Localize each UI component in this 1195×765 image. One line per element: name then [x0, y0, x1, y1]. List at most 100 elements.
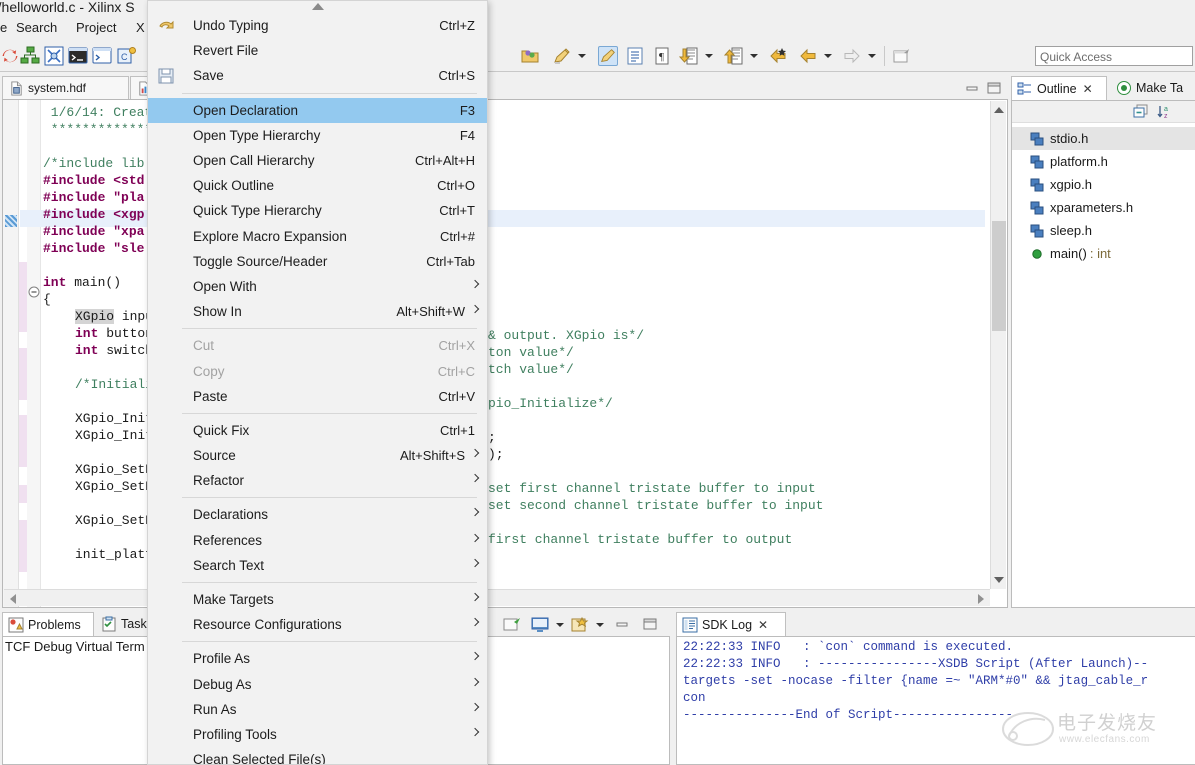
- context-menu-item-refactor[interactable]: Refactor: [148, 468, 487, 493]
- menu-item-edit[interactable]: e: [0, 20, 7, 35]
- display-selected-console-icon[interactable]: [530, 616, 550, 634]
- tasks-icon: [101, 616, 117, 632]
- context-menu-item-resource-configurations[interactable]: Resource Configurations: [148, 612, 487, 637]
- tab-sdk-log[interactable]: SDK Log ✕: [676, 612, 786, 636]
- context-menu-item-source[interactable]: Source Alt+Shift+S: [148, 443, 487, 468]
- context-menu-item-declarations[interactable]: Declarations: [148, 502, 487, 527]
- context-menu-item-quick-type-hierarchy[interactable]: Quick Type Hierarchy Ctrl+T: [148, 198, 487, 223]
- context-menu-item-quick-fix[interactable]: Quick Fix Ctrl+1: [148, 418, 487, 443]
- scroll-left-icon[interactable]: [10, 594, 16, 604]
- context-menu-separator: [182, 581, 477, 583]
- toggle-mark-occurrences-icon[interactable]: [598, 46, 618, 66]
- outline-node[interactable]: xgpio.h: [1012, 173, 1195, 196]
- open-console-dropdown-arrow-icon[interactable]: [596, 623, 604, 627]
- scroll-right-icon[interactable]: [978, 594, 984, 604]
- new-window-icon[interactable]: [892, 46, 912, 66]
- editor-tab-system-hdf[interactable]: system.hdf: [2, 76, 129, 99]
- hdf-file-icon: [9, 80, 24, 96]
- new-c-project-icon[interactable]: C: [116, 46, 136, 66]
- context-menu-item-paste[interactable]: Paste Ctrl+V: [148, 384, 487, 409]
- outline-node[interactable]: xparameters.h: [1012, 196, 1195, 219]
- context-menu-item-explore-macro-expansion[interactable]: Explore Macro Expansion Ctrl+#: [148, 224, 487, 249]
- close-icon[interactable]: ✕: [1083, 82, 1093, 96]
- tab-problems[interactable]: Problems: [2, 612, 94, 636]
- context-menu-item-toggle-source-header[interactable]: Toggle Source/Header Ctrl+Tab: [148, 249, 487, 274]
- code-token: XGpio_SetD: [75, 513, 154, 528]
- open-resource-icon[interactable]: [520, 46, 540, 66]
- console-maximize-icon[interactable]: [642, 617, 658, 634]
- open-console-icon[interactable]: [570, 616, 590, 634]
- context-menu-item-debug-as[interactable]: Debug As: [148, 672, 487, 697]
- editor-folding-column[interactable]: [27, 100, 41, 607]
- code-token: set first channel tristate buffer to inp…: [488, 481, 816, 496]
- context-menu-item-open-call-hierarchy[interactable]: Open Call Hierarchy Ctrl+Alt+H: [148, 148, 487, 173]
- editor-vscroll-thumb[interactable]: [992, 221, 1006, 331]
- outline-node[interactable]: sleep.h: [1012, 219, 1195, 242]
- previous-annotation-icon[interactable]: [723, 46, 744, 66]
- code-token: int: [75, 326, 99, 341]
- build-all-icon[interactable]: [20, 46, 40, 66]
- collapse-all-icon[interactable]: [1133, 104, 1149, 123]
- outline-node[interactable]: platform.h: [1012, 150, 1195, 173]
- previous-annotation-dropdown-arrow-icon[interactable]: [750, 54, 758, 58]
- refresh-icon[interactable]: [0, 46, 20, 66]
- context-menu-item-references[interactable]: References: [148, 528, 487, 553]
- xsct-console-icon[interactable]: [92, 46, 112, 66]
- context-menu-item-make-targets[interactable]: Make Targets: [148, 587, 487, 612]
- forward-dropdown-arrow-icon[interactable]: [868, 54, 876, 58]
- sdk-log-output[interactable]: 22:22:33 INFO : `con` command is execute…: [676, 636, 1195, 765]
- context-menu-item-open-type-hierarchy[interactable]: Open Type Hierarchy F4: [148, 123, 487, 148]
- terminal-icon[interactable]: [68, 46, 88, 66]
- scroll-down-icon[interactable]: [994, 577, 1004, 583]
- context-menu-item-revert-file[interactable]: Revert File: [148, 38, 487, 63]
- context-menu-scroll-up[interactable]: [148, 1, 487, 13]
- editor-minimize-icon[interactable]: [964, 81, 980, 95]
- save-icon: [157, 67, 175, 85]
- back-icon[interactable]: [798, 46, 818, 66]
- context-menu-item-open-declaration[interactable]: Open Declaration F3: [148, 97, 487, 123]
- context-menu-item-quick-outline[interactable]: Quick Outline Ctrl+O: [148, 173, 487, 198]
- pilcrow-icon[interactable]: ¶: [652, 46, 672, 66]
- occurrence-marker-icon[interactable]: [5, 215, 17, 227]
- context-menu-item-profile-as[interactable]: Profile As: [148, 646, 487, 671]
- menu-item-search[interactable]: Search: [16, 20, 57, 35]
- context-menu-item-search-text[interactable]: Search Text: [148, 553, 487, 578]
- editor-annotation-ruler[interactable]: [3, 100, 19, 607]
- back-dropdown-arrow-icon[interactable]: [824, 54, 832, 58]
- highlight-pen-icon[interactable]: [552, 46, 572, 66]
- display-console-dropdown-arrow-icon[interactable]: [556, 623, 564, 627]
- last-edit-location-icon[interactable]: [768, 46, 788, 66]
- context-menu-item-clean-selected-file-s[interactable]: Clean Selected File(s): [148, 747, 487, 764]
- pin-console-icon[interactable]: [502, 616, 522, 634]
- console-minimize-icon[interactable]: [614, 617, 630, 634]
- show-whitespace-icon[interactable]: [625, 46, 645, 66]
- outline-node[interactable]: stdio.h: [1012, 127, 1195, 150]
- tab-make-target[interactable]: Make Ta: [1111, 76, 1195, 100]
- menu-item-project[interactable]: Project: [76, 20, 116, 35]
- editor-maximize-icon[interactable]: [986, 81, 1002, 95]
- tab-outline[interactable]: Outline ✕: [1011, 76, 1107, 100]
- forward-icon: [842, 46, 862, 66]
- context-menu-item-save[interactable]: Save Ctrl+S: [148, 63, 487, 88]
- include-icon: [1030, 201, 1044, 215]
- editor-vertical-scrollbar[interactable]: [990, 101, 1006, 589]
- context-menu-item-open-with[interactable]: Open With: [148, 274, 487, 299]
- xilinx-tools-icon[interactable]: [44, 46, 64, 66]
- close-icon[interactable]: ✕: [758, 618, 768, 632]
- next-annotation-icon[interactable]: [678, 46, 699, 66]
- highlight-dropdown-arrow-icon[interactable]: [578, 54, 586, 58]
- sort-alphabetically-icon[interactable]: a z: [1157, 104, 1173, 123]
- context-menu-item-profiling-tools[interactable]: Profiling Tools: [148, 722, 487, 747]
- collapse-fold-icon[interactable]: [28, 286, 40, 301]
- tab-tasks[interactable]: Task: [96, 612, 152, 636]
- next-annotation-dropdown-arrow-icon[interactable]: [705, 54, 713, 58]
- outline-node[interactable]: main(): int: [1012, 242, 1195, 265]
- menu-item-xilinx[interactable]: X: [136, 20, 145, 35]
- context-menu-item-undo-typing[interactable]: Undo Typing Ctrl+Z: [148, 13, 487, 38]
- context-menu-item-show-in[interactable]: Show In Alt+Shift+W: [148, 299, 487, 324]
- quick-access-input[interactable]: Quick Access: [1035, 46, 1193, 66]
- editor-context-menu[interactable]: Undo Typing Ctrl+Z Revert File Save Ctrl+S Op…: [147, 0, 488, 765]
- outline-tree[interactable]: stdio.h platform.h xgpio.h xparameters.h sle…: [1012, 127, 1195, 265]
- context-menu-item-run-as[interactable]: Run As: [148, 697, 487, 722]
- scroll-up-icon[interactable]: [994, 107, 1004, 113]
